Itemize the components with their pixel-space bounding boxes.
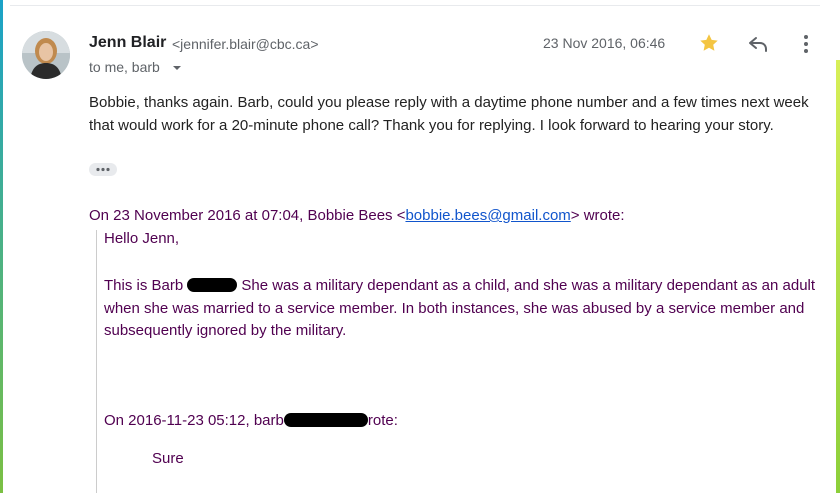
show-trimmed-content-button[interactable]	[89, 163, 117, 176]
sender-name[interactable]: Jenn Blair	[89, 34, 166, 52]
redaction-mark	[283, 413, 368, 427]
sender-email: <jennifer.blair@cbc.ca>	[172, 36, 319, 52]
quote-attribution-suffix: > wrote:	[570, 207, 625, 224]
more-options-icon[interactable]	[796, 32, 816, 56]
star-icon[interactable]	[698, 32, 720, 54]
quoted-greeting: Hello Jenn,	[104, 230, 180, 247]
quoted-sender-email-link[interactable]: bobbie.bees@gmail.com	[405, 207, 570, 224]
nested-attribution-prefix: On 2016-11-23 05:12, barb	[104, 412, 284, 429]
nested-reply-text: Sure	[152, 450, 184, 467]
window-edge-right	[836, 60, 840, 493]
quote-attribution-prefix: On 23 November 2016 at 07:04, Bobbie Bee…	[89, 207, 406, 224]
message-divider	[10, 5, 820, 6]
nested-attribution-suffix: rote:	[367, 412, 398, 429]
window-edge-left	[0, 0, 3, 493]
recipients-summary: to me, barb	[89, 59, 160, 75]
reply-icon[interactable]	[746, 32, 770, 56]
nested-quote-attribution: On 2016-11-23 05:12, barb rote:	[104, 412, 398, 429]
message-body: Bobbie, thanks again. Barb, could you pl…	[89, 94, 809, 134]
chevron-down-icon[interactable]	[170, 61, 184, 75]
quote-bar	[96, 230, 97, 493]
quoted-paragraph: This is Barb She was a military dependan…	[104, 275, 819, 343]
sender-avatar[interactable]	[22, 31, 70, 79]
redaction-mark	[187, 278, 238, 292]
quote-attribution: On 23 November 2016 at 07:04, Bobbie Bee…	[89, 207, 625, 224]
message-date: 23 Nov 2016, 06:46	[543, 35, 666, 51]
quoted-paragraph-start: This is Barb	[104, 277, 184, 294]
